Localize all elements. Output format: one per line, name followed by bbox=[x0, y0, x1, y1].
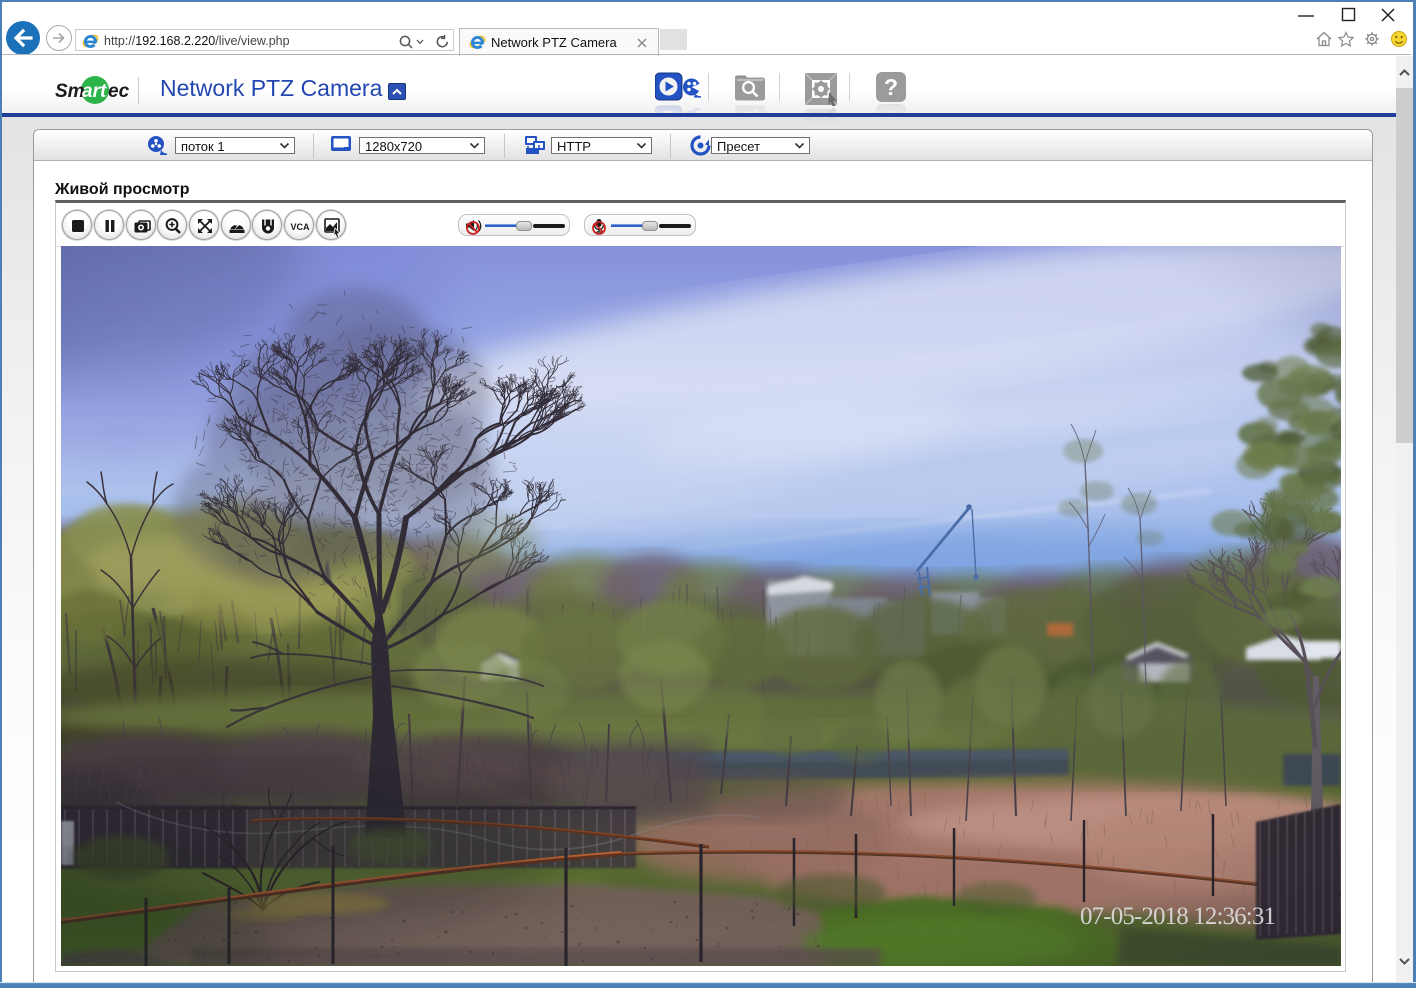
svg-text:art: art bbox=[82, 81, 107, 102]
svg-text:07-05-2018 12:36:31: 07-05-2018 12:36:31 bbox=[1080, 903, 1276, 930]
svg-text:ec: ec bbox=[108, 81, 130, 102]
svg-text:?: ? bbox=[884, 74, 898, 100]
svg-text:VCA: VCA bbox=[290, 222, 310, 232]
svg-text:Sm: Sm bbox=[55, 81, 85, 102]
